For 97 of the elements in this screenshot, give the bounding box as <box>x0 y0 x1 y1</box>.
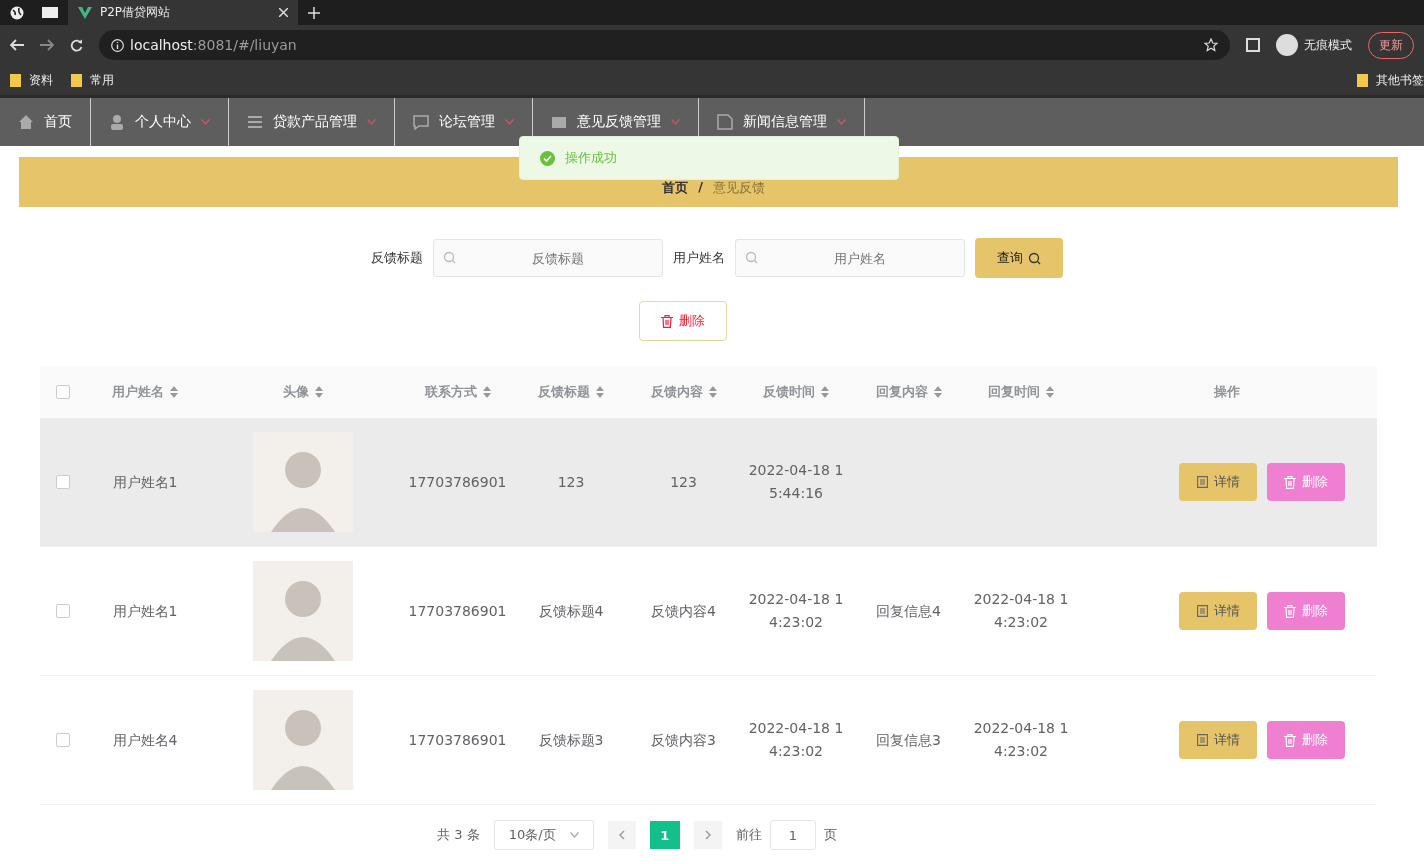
total-count: 共 3 条 <box>437 826 480 844</box>
sort-icon[interactable] <box>1046 386 1054 398</box>
page-size-select[interactable]: 10条/页 <box>493 820 594 850</box>
search-icon <box>443 251 456 264</box>
previous-page-button[interactable] <box>607 821 636 849</box>
search-field[interactable]: 用户姓名 <box>735 239 965 277</box>
field-label: 用户姓名 <box>673 249 725 267</box>
browser-tab[interactable]: P2P借贷网站 <box>68 0 298 25</box>
table-cell-text: 2022-04-18 14:23:02 <box>747 590 845 632</box>
bookmark[interactable]: 常用 <box>71 71 114 89</box>
checkbox[interactable] <box>55 733 70 747</box>
info-icon[interactable] <box>111 38 124 52</box>
caret-icon <box>671 119 680 125</box>
forward-icon[interactable] <box>40 39 54 51</box>
nav-menu-item[interactable]: 首页 <box>0 98 91 146</box>
toast-message: 操作成功 <box>565 149 617 167</box>
document-icon <box>1196 605 1208 617</box>
table-cell-text: 2022-04-18 14:23:02 <box>972 719 1070 761</box>
document-icon <box>1196 476 1208 488</box>
table-cell-text: 用户姓名1 <box>112 601 178 621</box>
table-cell-text: 反馈标题4 <box>538 601 604 621</box>
table-cell-text: 反馈内容4 <box>651 601 716 621</box>
caret-icon <box>837 119 846 125</box>
nav-menu-item[interactable]: 贷款产品管理 <box>229 98 395 146</box>
trash-icon <box>661 314 673 328</box>
tab-title: P2P借贷网站 <box>100 4 171 21</box>
document-icon <box>1196 734 1208 746</box>
new-tab-icon[interactable] <box>308 6 320 19</box>
search-icon <box>745 251 758 264</box>
sort-icon[interactable] <box>596 386 604 398</box>
delete-button[interactable]: 删除 <box>639 301 727 341</box>
sort-icon[interactable] <box>314 386 323 398</box>
sort-icon[interactable] <box>708 386 717 398</box>
table-cell-text: 2022-04-18 14:23:02 <box>972 590 1070 632</box>
checkbox[interactable] <box>55 385 70 399</box>
document-icon <box>717 114 733 130</box>
details-button[interactable]: 详情 <box>1179 721 1257 759</box>
bookmark[interactable]: 资料 <box>10 71 53 89</box>
goto-label: 前往 <box>735 826 762 844</box>
query-button[interactable]: 查询 <box>975 238 1063 278</box>
table-cell-text: 2022-04-18 14:23:02 <box>747 719 845 761</box>
breadcrumb-item[interactable]: 首页 <box>662 179 689 197</box>
caret-icon <box>201 119 210 125</box>
search-icon <box>1028 251 1041 265</box>
table-cell-text: 17703786901 <box>408 472 507 492</box>
bookmark[interactable]: 其他书签 <box>1357 71 1424 89</box>
checkbox[interactable] <box>55 604 70 618</box>
caret-icon <box>367 119 376 125</box>
chat-icon <box>413 114 429 130</box>
table-cell-text: 用户姓名4 <box>112 730 178 750</box>
box-icon <box>551 114 567 130</box>
sidebar-icon[interactable] <box>1246 38 1260 52</box>
table-cell-text: 17703786901 <box>408 601 507 621</box>
table-cell-text: 2022-04-18 15:44:16 <box>747 461 845 503</box>
chevron-right-icon <box>704 830 711 840</box>
reload-icon[interactable] <box>70 38 83 52</box>
back-icon[interactable] <box>10 39 24 51</box>
menu-icon <box>247 114 263 130</box>
table-cell-text: 反馈标题3 <box>538 730 604 750</box>
sort-icon[interactable] <box>482 386 491 398</box>
sort-icon[interactable] <box>933 386 942 398</box>
home-icon <box>18 114 34 130</box>
table-cell-text: 回复信息4 <box>876 601 941 621</box>
table-cell-text: 123 <box>670 472 697 492</box>
table-cell-text: 用户姓名1 <box>112 472 178 492</box>
details-button[interactable]: 详情 <box>1179 592 1257 630</box>
check-icon <box>540 150 555 166</box>
user-icon <box>109 114 125 130</box>
sort-icon[interactable] <box>170 386 178 398</box>
next-page-button[interactable] <box>693 821 722 849</box>
breadcrumb-separator: / <box>698 179 703 196</box>
checkbox[interactable] <box>55 475 70 489</box>
page-input[interactable]: 1 <box>769 820 816 850</box>
close-icon[interactable] <box>279 8 288 17</box>
profile-label[interactable]: 无痕模式 <box>1304 36 1352 54</box>
caret-icon <box>505 119 514 125</box>
column-header: 操作 <box>1214 383 1240 401</box>
table-cell-text: 反馈内容3 <box>651 730 716 750</box>
table-cell-text: 123 <box>557 472 585 492</box>
trash-icon <box>1284 475 1296 489</box>
incognito-icon[interactable] <box>1276 34 1298 56</box>
page-suffix: 页 <box>823 826 837 844</box>
field-label: 反馈标题 <box>371 249 423 267</box>
nav-menu-item[interactable]: 个人中心 <box>91 98 229 146</box>
caret-icon <box>569 832 579 838</box>
v-logo-icon <box>78 6 92 19</box>
table-cell-text: 回复信息3 <box>876 730 941 750</box>
search-field[interactable]: 反馈标题 <box>433 239 663 277</box>
star-icon[interactable] <box>1204 38 1218 52</box>
trash-icon <box>1284 604 1296 618</box>
breadcrumb-item: 意见反馈 <box>712 179 765 197</box>
table-cell-text: 17703786901 <box>408 730 507 750</box>
chevron-left-icon <box>618 830 625 840</box>
address-field[interactable]: localhost:8081/#/liuyan <box>99 30 1230 60</box>
sort-icon[interactable] <box>821 386 829 398</box>
details-button[interactable]: 详情 <box>1179 463 1257 501</box>
trash-icon <box>1284 733 1296 747</box>
